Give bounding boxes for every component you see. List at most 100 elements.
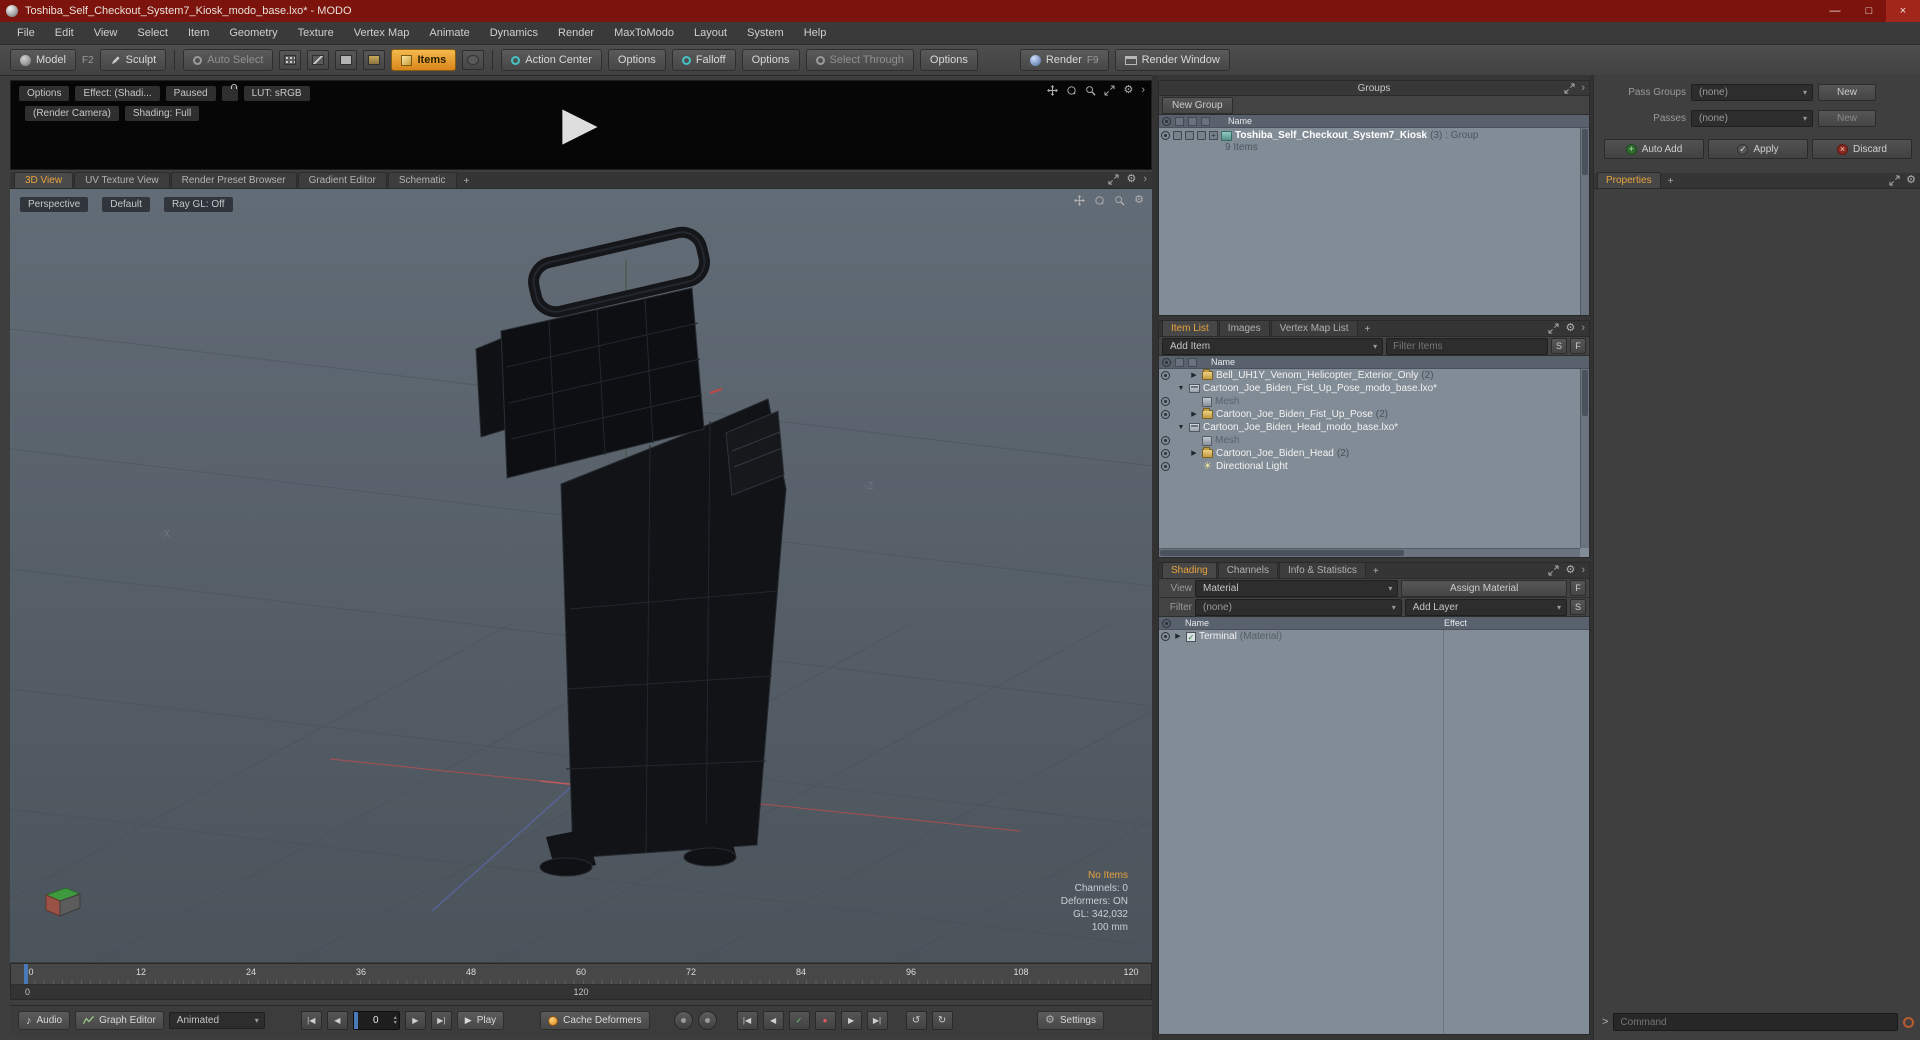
menu-item[interactable]: Texture [289, 24, 343, 42]
transport-tool-button-1[interactable] [673, 1011, 693, 1030]
play-button[interactable]: ▶ Play [456, 1011, 505, 1030]
perspective-button[interactable]: Perspective [20, 197, 89, 212]
apply-button[interactable]: ✓ Apply [1708, 139, 1808, 159]
auto-add-button[interactable]: + Auto Add [1604, 139, 1704, 159]
menu-item[interactable]: MaxToModo [605, 24, 683, 42]
transport-tool-button-2[interactable] [697, 1011, 717, 1030]
chevron-right-icon[interactable]: › [1143, 174, 1147, 185]
search-mode-button[interactable]: S [1570, 599, 1586, 615]
filter-items-input[interactable] [1386, 337, 1548, 355]
center-mode-button[interactable] [462, 50, 485, 70]
viewport-tab[interactable]: Schematic [387, 172, 457, 188]
eye-icon[interactable] [1161, 410, 1170, 419]
go-to-end-button[interactable]: ▶| [430, 1011, 452, 1030]
minimize-button[interactable]: — [1818, 0, 1852, 22]
assign-material-button[interactable]: Assign Material [1401, 579, 1567, 597]
new-pass-button[interactable]: New [1818, 109, 1876, 127]
gear-icon[interactable]: ⚙ [1126, 174, 1136, 185]
graph-editor-button[interactable]: Graph Editor [75, 1011, 164, 1030]
preview-effect-button[interactable]: Effect: (Shadi... [75, 86, 160, 101]
previous-frame-button[interactable]: ◀ [762, 1011, 784, 1030]
menu-item[interactable]: File [8, 24, 44, 42]
item-row[interactable]: Cartoon_Joe_Biden_Head_modo_base.lxo* [1159, 421, 1589, 434]
menu-item[interactable]: Vertex Map [345, 24, 419, 42]
step-back-button[interactable]: ◀ [326, 1011, 348, 1030]
3d-viewport[interactable]: Perspective Default Ray GL: Off ⚙ -X -Z … [10, 189, 1152, 962]
preview-options-button[interactable]: Options [19, 86, 70, 101]
item-row[interactable]: Cartoon_Joe_Biden_Fist_Up_Pose_modo_base… [1159, 382, 1589, 395]
add-layer-dropdown[interactable]: Add Layer ▾ [1404, 598, 1567, 616]
loop-back-button[interactable]: ↺ [905, 1011, 927, 1030]
gear-icon[interactable]: ⚙ [1134, 195, 1144, 206]
menu-item[interactable]: System [738, 24, 793, 42]
menu-item[interactable]: Render [549, 24, 603, 42]
raygl-button[interactable]: Ray GL: Off [163, 197, 233, 212]
expand-icon[interactable] [1548, 323, 1559, 334]
new-group-button[interactable]: New Group [1162, 96, 1233, 114]
render-window-button[interactable]: Render Window [1114, 49, 1230, 71]
scrollbar-handle[interactable] [1582, 129, 1588, 175]
current-frame-field[interactable]: ▴ ▾ [352, 1011, 400, 1030]
menu-item[interactable]: View [85, 24, 127, 42]
expand-arrow[interactable] [1189, 411, 1199, 418]
cache-deformers-button[interactable]: Cache Deformers [540, 1011, 650, 1030]
eye-icon[interactable] [1161, 462, 1170, 471]
item-row[interactable]: Cartoon_Joe_Biden_Fist_Up_Pose (2) [1159, 408, 1589, 421]
chevron-right-icon[interactable]: › [1141, 85, 1145, 96]
eye-icon[interactable] [1161, 436, 1170, 445]
menu-item[interactable]: Animate [420, 24, 478, 42]
expand-icon[interactable] [1889, 175, 1900, 186]
add-tab-button[interactable]: + [1359, 323, 1377, 336]
preview-paused-button[interactable]: Paused [165, 86, 216, 101]
edges-mode-button[interactable] [307, 50, 330, 70]
menu-item[interactable]: Select [128, 24, 177, 42]
add-key-button[interactable]: ● [814, 1011, 836, 1030]
select-through-button[interactable]: Select Through [805, 49, 914, 71]
add-viewport-tab-button[interactable]: + [457, 175, 477, 188]
chevron-right-icon[interactable]: › [1581, 82, 1585, 94]
timeline-ruler[interactable]: 0 12 24 36 48 60 72 84 96 108 120 [11, 964, 1151, 985]
shading-tab[interactable]: Channels [1217, 562, 1278, 578]
item-list-tab[interactable]: Vertex Map List [1270, 320, 1358, 336]
chevron-right-icon[interactable]: › [1581, 323, 1585, 334]
item-row[interactable]: Mesh [1159, 434, 1589, 447]
item-row[interactable]: Directional Light [1159, 460, 1589, 473]
viewport-tab[interactable]: Gradient Editor [297, 172, 387, 188]
discard-button[interactable]: × Discard [1812, 139, 1912, 159]
preview-play-icon[interactable]: ▶ [562, 100, 597, 146]
preview-shading-button[interactable]: Shading: Full [124, 106, 200, 121]
gear-icon[interactable]: ⚙ [1565, 323, 1575, 334]
default-view-button[interactable]: Default [102, 197, 150, 212]
scrollbar-vertical[interactable] [1580, 128, 1589, 315]
previous-key-button[interactable]: |◀ [736, 1011, 758, 1030]
menu-item[interactable]: Help [795, 24, 836, 42]
gear-icon[interactable]: ⚙ [1123, 85, 1133, 96]
next-frame-button[interactable]: ▶ [840, 1011, 862, 1030]
preview-lut-button[interactable]: LUT: sRGB [243, 86, 310, 101]
item-list-tab[interactable]: Images [1218, 320, 1270, 336]
new-pass-group-button[interactable]: New [1818, 83, 1876, 101]
orbit-icon[interactable] [1066, 85, 1077, 96]
eye-icon[interactable] [1161, 371, 1170, 380]
gear-icon[interactable]: ⚙ [1906, 175, 1916, 186]
key-check-button[interactable]: ✓ [788, 1011, 810, 1030]
settings-button[interactable]: ⚙ Settings [1036, 1011, 1104, 1030]
animated-dropdown[interactable]: Animated ▾ [168, 1012, 265, 1029]
command-input[interactable] [1613, 1013, 1898, 1031]
expand-arrow[interactable] [1189, 372, 1199, 379]
playhead[interactable] [24, 964, 28, 984]
preview-lock-button[interactable] [221, 86, 238, 101]
chevron-right-icon[interactable]: › [1581, 565, 1585, 576]
group-row[interactable]: + Toshiba_Self_Checkout_System7_Kiosk (3… [1159, 128, 1589, 155]
select-through-options-button[interactable]: Options [919, 49, 978, 71]
filter-mode-button[interactable]: F [1570, 338, 1586, 354]
expand-icon[interactable] [1104, 85, 1115, 96]
render-button[interactable]: Render F9 [1019, 49, 1109, 71]
search-mode-button[interactable]: S [1551, 338, 1567, 354]
scrollbar-handle[interactable] [1582, 370, 1588, 416]
expand-icon[interactable] [1564, 82, 1575, 94]
expand-icon[interactable] [1548, 565, 1559, 576]
expand-arrow[interactable] [1173, 633, 1183, 640]
expand-arrow[interactable] [1189, 450, 1199, 457]
menu-item[interactable]: Dynamics [481, 24, 547, 42]
